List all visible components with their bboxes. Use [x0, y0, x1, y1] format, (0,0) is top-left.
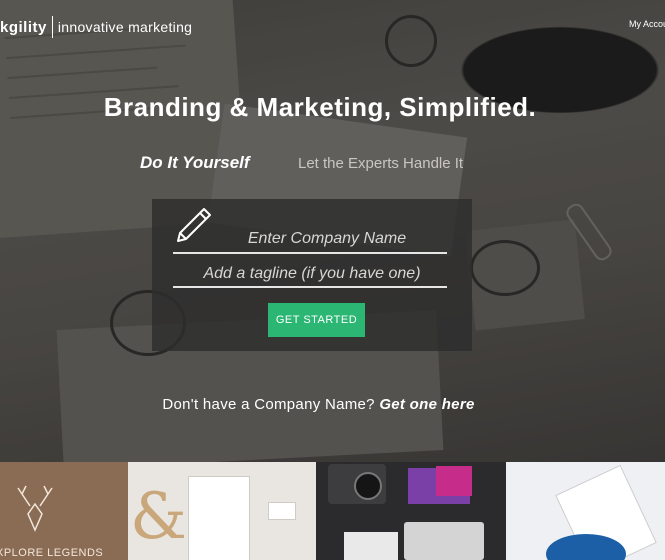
business-card-mockup [268, 502, 296, 520]
card-stack-mockup [344, 532, 398, 560]
get-started-button[interactable]: GET STARTED [268, 303, 365, 337]
company-name-underline [173, 252, 447, 254]
pink-card-mockup [436, 466, 472, 496]
camera-icon [404, 522, 484, 560]
tagline-underline [173, 286, 447, 288]
tab-do-it-yourself[interactable]: Do It Yourself [140, 153, 250, 173]
my-account-link[interactable]: My Account [629, 19, 665, 29]
site-logo[interactable]: kgility innovative marketing [0, 16, 192, 38]
logo-tagline: innovative marketing [57, 19, 193, 35]
get-one-here-link[interactable]: Get one here [379, 396, 474, 413]
gallery-tile-label: XPLORE LEGENDS [0, 547, 104, 559]
gallery-tile-flyer[interactable] [506, 462, 665, 560]
letterhead-mockup [188, 476, 250, 560]
gallery-tile-camera-cards[interactable] [316, 462, 506, 560]
logo-brand: kgility [0, 18, 47, 36]
camera-icon [328, 464, 386, 504]
tagline-input[interactable] [175, 262, 449, 286]
page-headline: Branding & Marketing, Simplified. [103, 92, 537, 122]
ampersand-icon: & [130, 480, 187, 554]
prompt-text: Don't have a Company Name? [162, 396, 375, 413]
tab-experts[interactable]: Let the Experts Handle It [298, 155, 463, 172]
gallery-tile-stationery[interactable]: & [128, 462, 316, 560]
company-name-input[interactable] [200, 227, 454, 251]
logo-divider [51, 16, 53, 38]
portfolio-gallery: XPLORE LEGENDS & [0, 462, 665, 560]
deer-icon [17, 485, 53, 532]
gallery-tile-wood-logo[interactable]: XPLORE LEGENDS [0, 462, 128, 560]
company-name-prompt: Don't have a Company Name? Get one here [0, 396, 637, 413]
